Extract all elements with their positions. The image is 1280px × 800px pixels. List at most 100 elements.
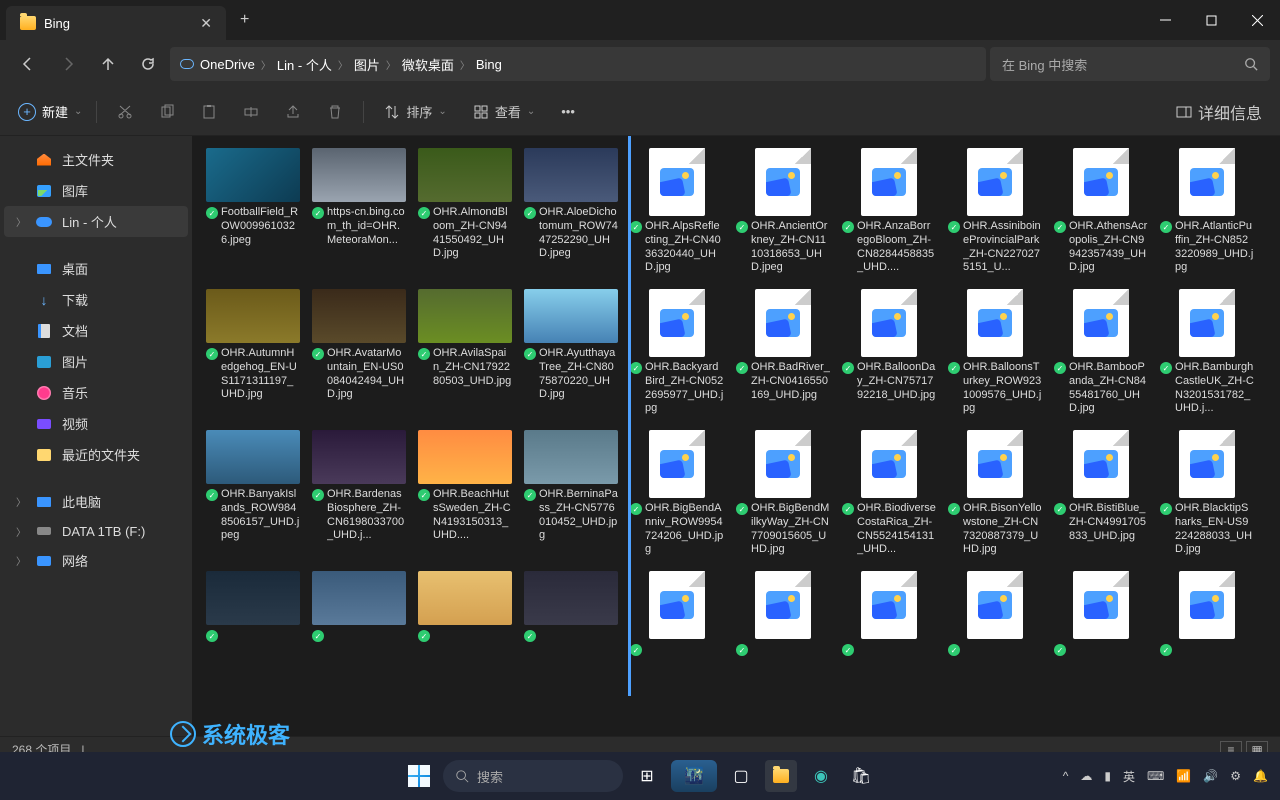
file-item[interactable]: ✓https-cn.bing.com_th_id=OHR.MeteoraMon.… xyxy=(312,148,406,275)
file-item[interactable]: ✓OHR.BamburghCastleUK_ZH-CN3201531782_UH… xyxy=(1160,289,1254,416)
back-button[interactable] xyxy=(10,46,46,82)
taskbar-app[interactable]: ▢ xyxy=(725,760,757,792)
forward-button[interactable] xyxy=(50,46,86,82)
volume-icon[interactable]: 🔊 xyxy=(1203,769,1218,783)
breadcrumb-0[interactable]: OneDrive xyxy=(200,57,255,72)
file-item[interactable]: ✓ xyxy=(418,571,512,656)
taskbar-edge[interactable]: ◉ xyxy=(805,760,837,792)
tray-chevron-icon[interactable]: ^ xyxy=(1063,769,1069,783)
file-item[interactable]: ✓OHR.AvatarMountain_EN-US0084042494_UHD.… xyxy=(312,289,406,416)
file-item[interactable]: ✓OHR.BiodiverseCostaRica_ZH-CN5524154131… xyxy=(842,430,936,557)
breadcrumb-3[interactable]: 微软桌面 xyxy=(402,55,454,74)
file-item[interactable]: ✓ xyxy=(524,571,618,656)
sidebar-thispc[interactable]: 〉此电脑 xyxy=(4,486,188,517)
file-item[interactable]: ✓OHR.BalloonDay_ZH-CN7571792218_UHD.jpg xyxy=(842,289,936,416)
up-button[interactable] xyxy=(90,46,126,82)
search-input[interactable]: 在 Bing 中搜索 xyxy=(990,47,1270,81)
file-item[interactable]: ✓OHR.AthensAcropolis_ZH-CN9942357439_UHD… xyxy=(1054,148,1148,275)
sidebar-documents[interactable]: 文档 xyxy=(4,315,188,346)
file-item[interactable]: ✓OHR.AlpsReflecting_ZH-CN4036320440_UHD.… xyxy=(630,148,724,275)
paste-button[interactable] xyxy=(195,100,223,124)
file-item[interactable]: ✓OHR.BadRiver_ZH-CN0416550169_UHD.jpg xyxy=(736,289,830,416)
file-item[interactable]: ✓ xyxy=(842,571,936,656)
start-button[interactable] xyxy=(403,760,435,792)
battery-icon[interactable]: ▮ xyxy=(1104,769,1111,783)
sidebar-music[interactable]: 音乐 xyxy=(4,377,188,408)
new-tab-button[interactable]: + xyxy=(226,11,263,29)
sidebar-downloads[interactable]: ↓下载 xyxy=(4,284,188,315)
view-button[interactable]: 查看⌄ xyxy=(467,98,541,125)
file-item[interactable]: ✓OHR.BackyardBird_ZH-CN0522695977_UHD.jp… xyxy=(630,289,724,416)
new-button[interactable]: + 新建 ⌄ xyxy=(18,102,82,121)
file-item[interactable]: ✓OHR.AyutthayaTree_ZH-CN8075870220_UHD.j… xyxy=(524,289,618,416)
sidebar-gallery[interactable]: 图库 xyxy=(4,175,188,206)
file-item[interactable]: ✓ xyxy=(736,571,830,656)
file-item[interactable]: ✓OHR.BisonYellowstone_ZH-CN7320887379_UH… xyxy=(948,430,1042,557)
file-item[interactable]: ✓OHR.BlacktipSharks_EN-US9224288033_UHD.… xyxy=(1160,430,1254,557)
copy-button[interactable] xyxy=(153,100,181,124)
taskbar-store[interactable]: 🛍 xyxy=(845,760,877,792)
close-window-button[interactable] xyxy=(1234,0,1280,40)
details-button[interactable]: 详细信息 xyxy=(1176,100,1262,124)
file-item[interactable]: ✓FootballField_ROW0099610326.jpeg xyxy=(206,148,300,275)
widgets-button[interactable]: 🌃 xyxy=(671,760,717,792)
sidebar-onedrive[interactable]: 〉Lin - 个人 xyxy=(4,206,188,237)
delete-button[interactable] xyxy=(321,100,349,124)
sidebar-network[interactable]: 〉网络 xyxy=(4,545,188,576)
file-item[interactable]: ✓OHR.BardenasBiosphere_ZH-CN6198033700_U… xyxy=(312,430,406,557)
ime-indicator[interactable]: 英 xyxy=(1123,768,1135,785)
taskbar-search[interactable]: 搜索 xyxy=(443,760,623,792)
file-item[interactable]: ✓ xyxy=(630,571,724,656)
sidebar-home[interactable]: 主文件夹 xyxy=(4,144,188,175)
taskview-button[interactable]: ⊞ xyxy=(631,760,663,792)
sidebar-recent[interactable]: 最近的文件夹 xyxy=(4,439,188,470)
file-item[interactable]: ✓OHR.BambooPanda_ZH-CN8455481760_UHD.jpg xyxy=(1054,289,1148,416)
breadcrumb-4[interactable]: Bing xyxy=(476,57,502,72)
file-item[interactable]: ✓OHR.AloeDichotomum_ROW7447252290_UHD.jp… xyxy=(524,148,618,275)
onedrive-tray-icon[interactable]: ☁ xyxy=(1080,769,1092,783)
file-item[interactable]: ✓OHR.BerninaPass_ZH-CN5776010452_UHD.jpg xyxy=(524,430,618,557)
file-item[interactable]: ✓ xyxy=(1160,571,1254,656)
system-tray[interactable]: ^ ☁ ▮ 英 ⌨ 📶 🔊 ⚙ 🔔 xyxy=(1063,768,1268,785)
sidebar-desktop[interactable]: 桌面 xyxy=(4,253,188,284)
minimize-button[interactable] xyxy=(1142,0,1188,40)
sidebar-videos[interactable]: 视频 xyxy=(4,408,188,439)
sidebar-drive[interactable]: 〉DATA 1TB (F:) xyxy=(4,517,188,545)
file-item[interactable]: ✓ xyxy=(312,571,406,656)
cut-button[interactable] xyxy=(111,100,139,124)
file-item[interactable]: ✓OHR.BigBendMilkyWay_ZH-CN7709015605_UHD… xyxy=(736,430,830,557)
breadcrumb-1[interactable]: Lin - 个人 xyxy=(277,55,332,74)
close-tab-icon[interactable]: ✕ xyxy=(200,15,212,32)
refresh-button[interactable] xyxy=(130,46,166,82)
keyboard-icon[interactable]: ⌨ xyxy=(1147,769,1164,783)
share-button[interactable] xyxy=(279,100,307,124)
maximize-button[interactable] xyxy=(1188,0,1234,40)
file-item[interactable]: ✓OHR.BeachHutsSweden_ZH-CN4193150313_UHD… xyxy=(418,430,512,557)
more-button[interactable]: ••• xyxy=(555,100,581,123)
file-item[interactable]: ✓ xyxy=(206,571,300,656)
breadcrumb-2[interactable]: 图片 xyxy=(354,55,380,74)
file-item[interactable]: ✓OHR.BalloonsTurkey_ROW9231009576_UHD.jp… xyxy=(948,289,1042,416)
taskbar-explorer[interactable] xyxy=(765,760,797,792)
file-item[interactable]: ✓OHR.AutumnHedgehog_EN-US1171311197_UHD.… xyxy=(206,289,300,416)
settings-tray-icon[interactable]: ⚙ xyxy=(1230,769,1241,783)
notifications-icon[interactable]: 🔔 xyxy=(1253,769,1268,783)
file-item[interactable]: ✓OHR.AncientOrkney_ZH-CN1110318653_UHD.j… xyxy=(736,148,830,275)
file-item[interactable]: ✓ xyxy=(948,571,1042,656)
file-item[interactable]: ✓OHR.AlmondBloom_ZH-CN9441550492_UHD.jpg xyxy=(418,148,512,275)
address-bar[interactable]: OneDrive〉 Lin - 个人〉 图片〉 微软桌面〉 Bing xyxy=(170,47,986,81)
sidebar-pictures[interactable]: 图片 xyxy=(4,346,188,377)
file-item[interactable]: ✓OHR.BanyakIslands_ROW9848506157_UHD.jpe… xyxy=(206,430,300,557)
file-item[interactable]: ✓OHR.BistiBlue_ZH-CN4991705833_UHD.jpg xyxy=(1054,430,1148,557)
file-item[interactable]: ✓OHR.AtlanticPuffin_ZH-CN8523220989_UHD.… xyxy=(1160,148,1254,275)
tab-bing[interactable]: Bing ✕ xyxy=(6,6,226,40)
file-item[interactable]: ✓OHR.BigBendAnniv_ROW9954724206_UHD.jpg xyxy=(630,430,724,557)
rename-button[interactable] xyxy=(237,100,265,124)
watermark: 系统极客 xyxy=(170,718,290,750)
file-item[interactable]: ✓OHR.AnzaBorregoBloom_ZH-CN8284458835_UH… xyxy=(842,148,936,275)
sort-button[interactable]: 排序⌄ xyxy=(378,98,452,125)
file-item[interactable]: ✓OHR.AvilaSpain_ZH-CN1792280503_UHD.jpg xyxy=(418,289,512,416)
file-item[interactable]: ✓ xyxy=(1054,571,1148,656)
file-item[interactable]: ✓OHR.AssiniboineProvincialPark_ZH-CN2270… xyxy=(948,148,1042,275)
network-icon[interactable]: 📶 xyxy=(1176,769,1191,783)
